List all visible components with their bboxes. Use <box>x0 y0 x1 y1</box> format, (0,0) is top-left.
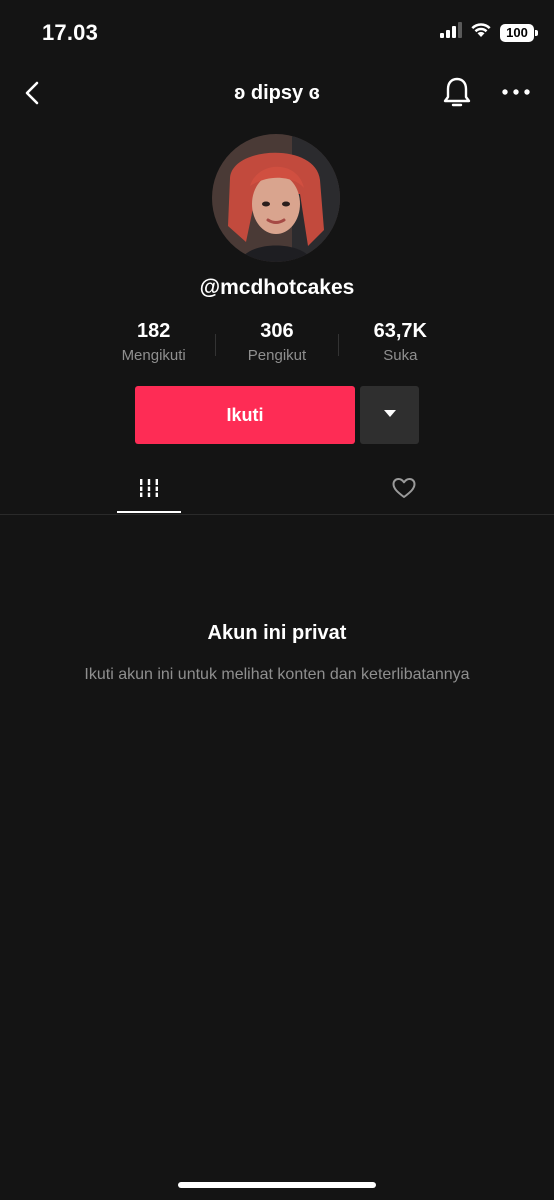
top-nav: ʚ dipsy ɞ <box>0 64 554 124</box>
tab-videos[interactable] <box>117 466 181 514</box>
private-account-title: Akun ini privat <box>207 622 347 644</box>
stat-value: 182 <box>136 320 171 342</box>
stat-value: 63,7K <box>373 320 427 342</box>
stat-following[interactable]: 182 Mengikuti <box>92 320 215 372</box>
battery-icon: 100 <box>500 23 538 42</box>
stat-label: Mengikuti <box>121 347 186 364</box>
bell-icon[interactable] <box>441 75 473 111</box>
profile-tabs <box>0 466 554 515</box>
heart-outline-icon <box>391 476 417 505</box>
active-tab-indicator <box>117 511 181 513</box>
status-icons: 100 <box>440 22 538 43</box>
suggested-accounts-button[interactable] <box>360 386 419 444</box>
stat-value: 306 <box>260 320 294 342</box>
wifi-icon <box>470 22 492 43</box>
stat-label: Suka <box>383 347 418 364</box>
stat-followers[interactable]: 306 Pengikut <box>215 320 338 372</box>
stat-label: Pengikut <box>247 347 307 364</box>
more-dots-icon[interactable] <box>500 82 532 102</box>
home-indicator[interactable] <box>178 1182 376 1188</box>
username: @mcdhotcakes <box>199 276 355 299</box>
profile-stats: 182 Mengikuti 306 Pengikut 63,7K Suka <box>92 320 462 372</box>
status-bar: 17.03 100 <box>0 0 554 64</box>
private-account-subtitle: Ikuti akun ini untuk melihat konten dan … <box>84 666 470 683</box>
stat-divider <box>338 334 339 356</box>
avatar[interactable] <box>212 134 340 262</box>
stat-divider <box>215 334 216 356</box>
caret-down-icon <box>383 406 397 424</box>
follow-button[interactable]: Ikuti <box>135 386 355 444</box>
status-time: 17.03 <box>42 20 99 45</box>
stat-likes[interactable]: 63,7K Suka <box>339 320 462 372</box>
grid-icon <box>138 477 160 504</box>
cellular-signal-icon <box>440 22 462 43</box>
tab-liked[interactable] <box>372 466 436 514</box>
